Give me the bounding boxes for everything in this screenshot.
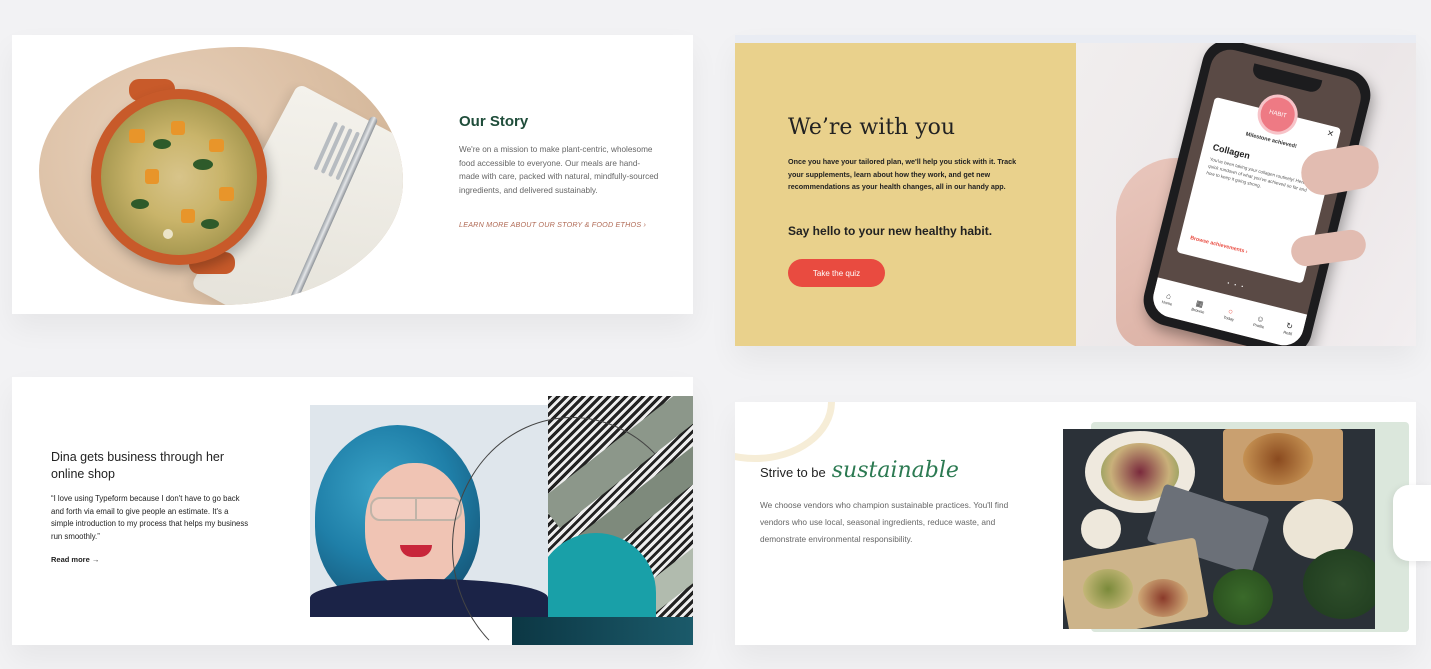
tab-browse: ▦ Browse: [1190, 298, 1206, 315]
were-with-you-title: We’re with you: [788, 115, 956, 140]
were-with-you-card: We’re with you Once you have your tailor…: [735, 35, 1416, 346]
habit-badge-icon: HABIT: [1253, 90, 1302, 139]
carousel-edge-card[interactable]: [1393, 485, 1431, 561]
phone-mockup: HABIT × Milestone achieved! Collagen You…: [1138, 43, 1376, 346]
sustainable-title-script: sustainable: [831, 458, 959, 483]
collagen-description: You've been taking your collagen routine…: [1205, 156, 1313, 193]
food-bowl-image: [39, 47, 403, 305]
testimonial-title: Dina gets business through her online sh…: [51, 450, 225, 481]
testimonial-card: Dina gets business through her online sh…: [12, 377, 693, 645]
were-with-you-description: Once you have your tailored plan, we'll …: [788, 157, 1017, 191]
sustainable-title: Strive to be sustainable: [760, 458, 959, 483]
tab-refill: ↻ Refill: [1282, 321, 1294, 337]
tab-today: ○ Today: [1223, 306, 1235, 322]
our-story-title: Our Story: [459, 113, 529, 130]
sustainable-title-plain: Strive to be: [760, 465, 826, 480]
tab-home: ⌂ Home: [1161, 291, 1173, 307]
read-more-link[interactable]: Read more →: [51, 555, 99, 564]
testimonial-quote: “I love using Typeform because I don't h…: [51, 494, 249, 541]
close-icon: ×: [1325, 127, 1335, 141]
pager-dots: • • •: [1226, 280, 1246, 291]
phone-in-hand-image: HABIT × Milestone achieved! Collagen You…: [1076, 43, 1416, 346]
yellow-panel: We’re with you Once you have your tailor…: [735, 43, 1076, 346]
our-story-card: Our Story We're on a mission to make pla…: [12, 35, 693, 314]
food-spread-image: [1063, 429, 1375, 629]
our-story-description: We're on a mission to make plant-centric…: [459, 145, 659, 195]
take-the-quiz-button[interactable]: Take the quiz: [788, 259, 885, 287]
sustainable-card: Strive to be sustainable We choose vendo…: [735, 402, 1416, 645]
learn-more-link[interactable]: LEARN MORE ABOUT OUR STORY & FOOD ETHOS …: [459, 220, 646, 229]
browse-achievements-link: Browse achievements ›: [1189, 235, 1249, 256]
tab-profile: ☺ Profile: [1252, 313, 1266, 330]
sustainable-description: We choose vendors who champion sustainab…: [760, 500, 1009, 544]
healthy-habit-subtitle: Say hello to your new healthy habit.: [788, 224, 993, 238]
